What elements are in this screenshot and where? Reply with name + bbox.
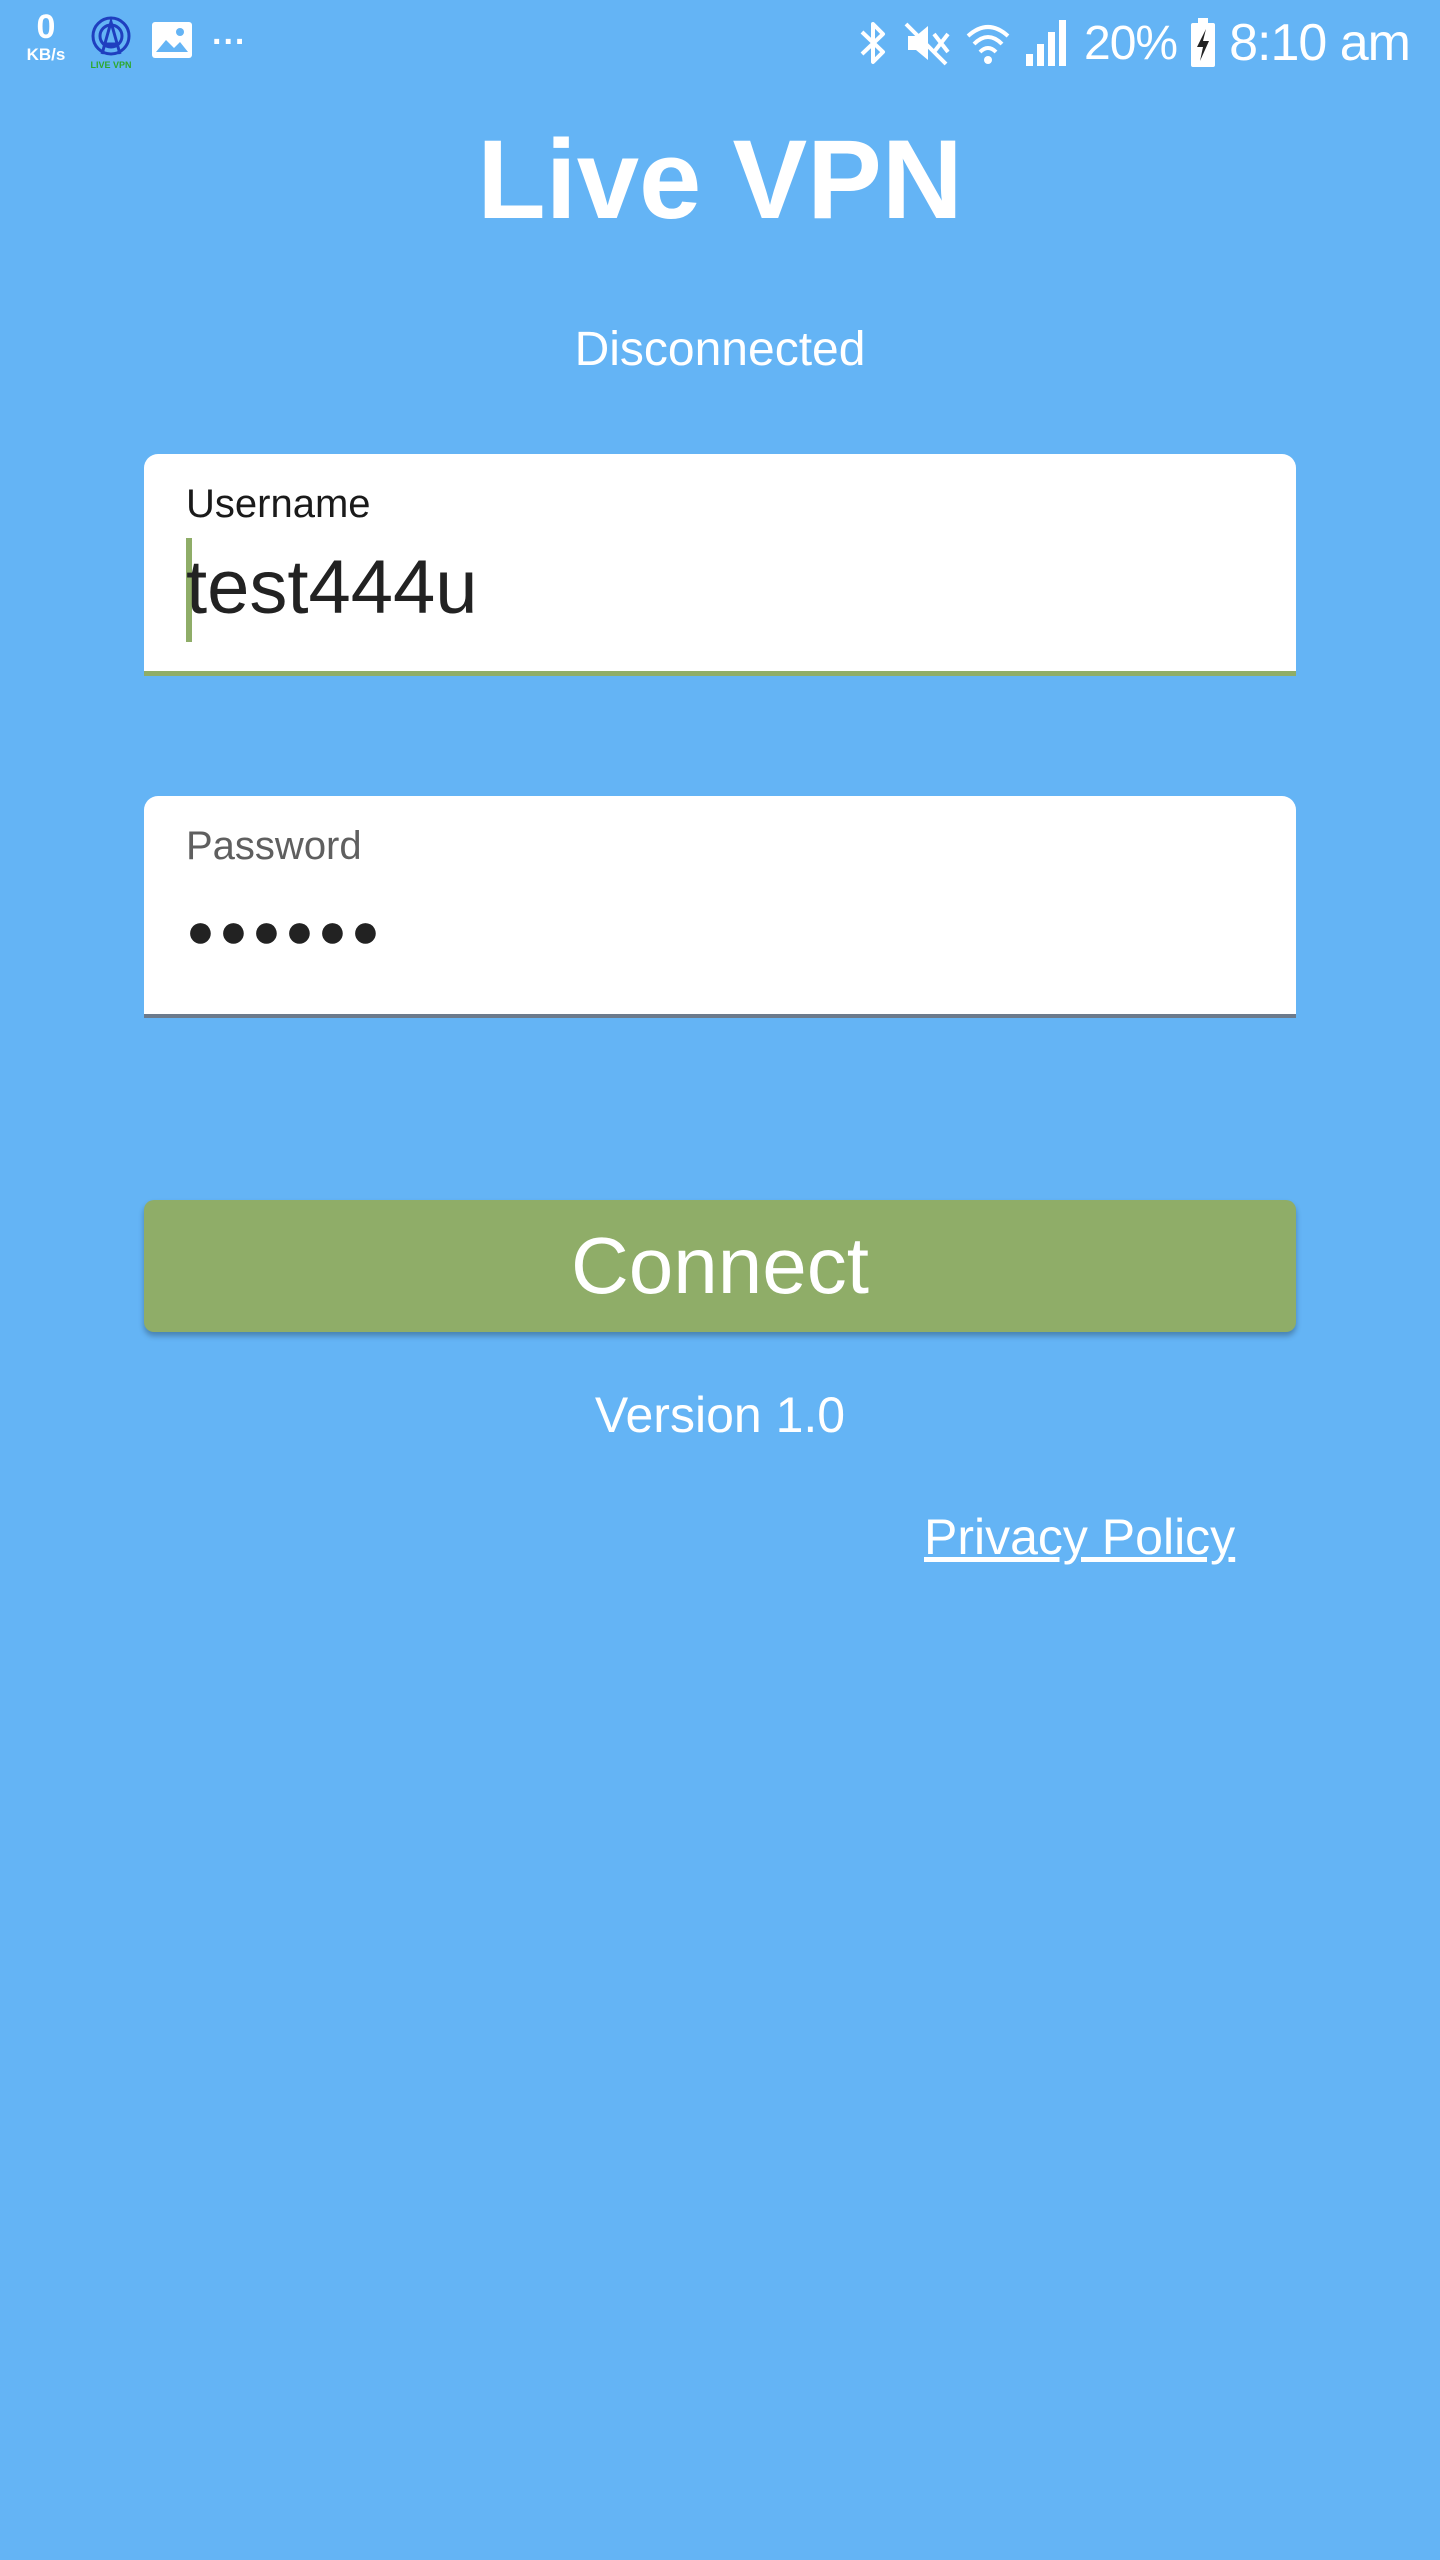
vpn-badge-text: LIVE VPN: [90, 60, 131, 70]
app-title: Live VPN: [477, 117, 963, 242]
wifi-icon: [966, 25, 1010, 64]
password-label: Password: [186, 824, 362, 868]
signal-icon: [1026, 20, 1067, 66]
more-notifications-icon: ...: [212, 14, 247, 52]
password-input[interactable]: ●●●●●●: [186, 904, 384, 959]
battery-percentage: 20%: [1084, 16, 1178, 70]
status-bar-right: 20% 8:10 am: [856, 8, 1411, 78]
username-label: Username: [186, 482, 371, 526]
version-text: Version 1.0: [594, 1387, 846, 1443]
password-field[interactable]: Password ●●●●●●: [144, 796, 1296, 1018]
battery-charging-icon: [1191, 18, 1216, 67]
username-field[interactable]: Username test444u: [144, 454, 1296, 676]
bluetooth-icon: [860, 22, 886, 64]
privacy-policy-link[interactable]: Privacy Policy: [924, 1508, 1235, 1566]
connect-button[interactable]: Connect: [144, 1200, 1296, 1332]
connection-status-text: Disconnected: [574, 323, 866, 376]
network-speed-value: 0: [36, 8, 56, 46]
vpn-login-screen: 0 KB/s LIVE VPN ... 20% 8:10 am Live VPN…: [0, 0, 1440, 2560]
mute-icon: [904, 22, 950, 66]
vpn-notification-icon: LIVE VPN: [90, 16, 132, 70]
gallery-icon: [152, 22, 192, 58]
status-bar: 0 KB/s LIVE VPN ... 20% 8:10 am: [0, 0, 1440, 84]
network-speed-indicator: 0 KB/s: [18, 10, 74, 63]
network-speed-unit: KB/s: [26, 45, 66, 64]
clock: 8:10 am: [1229, 14, 1411, 72]
username-input[interactable]: test444u: [186, 544, 478, 631]
